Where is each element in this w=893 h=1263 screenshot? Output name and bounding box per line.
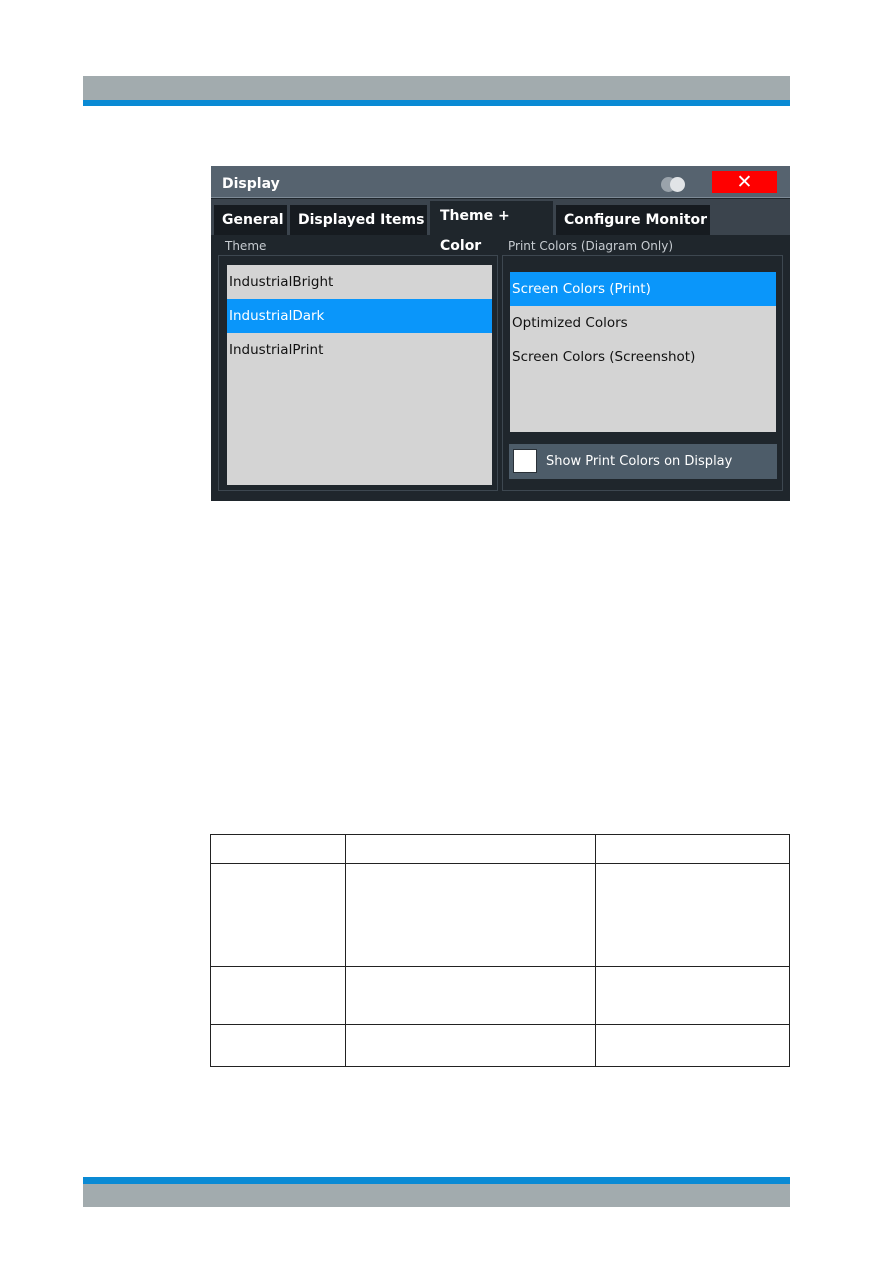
dialog-title: Display xyxy=(222,176,280,192)
table-cell xyxy=(595,1024,790,1067)
tab-theme-color[interactable]: Theme + Color xyxy=(430,201,554,254)
table-cell xyxy=(344,863,597,967)
print-item-optimized-colors[interactable]: Optimized Colors xyxy=(510,306,776,340)
print-colors-label: Print Colors (Diagram Only) xyxy=(508,239,673,253)
display-dialog: Display ✕ General Displayed Items Theme … xyxy=(211,166,790,501)
theme-item-industrial-print[interactable]: IndustrialPrint xyxy=(227,333,492,367)
page-footer-band xyxy=(83,1184,790,1207)
page-header-accent-line xyxy=(83,100,790,106)
table-cell xyxy=(595,863,790,967)
toggle-circle-front xyxy=(670,177,685,192)
theme-item-industrial-bright[interactable]: IndustrialBright xyxy=(227,265,492,299)
theme-label: Theme xyxy=(225,239,267,253)
table-cell xyxy=(344,834,597,864)
dialog-titlebar: Display ✕ xyxy=(211,166,790,198)
tab-configure-monitor[interactable]: Configure Monitor xyxy=(556,205,711,235)
table-row xyxy=(210,1024,790,1067)
tab-displayed-items[interactable]: Displayed Items xyxy=(290,205,428,235)
print-item-screen-colors-print[interactable]: Screen Colors (Print) xyxy=(510,272,776,306)
close-icon: ✕ xyxy=(736,171,753,193)
tab-general[interactable]: General xyxy=(214,205,288,235)
close-button[interactable]: ✕ xyxy=(712,171,777,193)
table-cell xyxy=(595,966,790,1025)
show-print-colors-checkbox-row[interactable]: Show Print Colors on Display xyxy=(509,444,777,479)
table-cell xyxy=(344,1024,597,1067)
page-header-band xyxy=(83,76,790,100)
table-cell xyxy=(210,1024,346,1067)
table-cell xyxy=(210,863,346,967)
table-row xyxy=(210,863,790,967)
page-footer-accent-line xyxy=(83,1177,790,1184)
tab-bar: General Displayed Items Theme + Color Co… xyxy=(211,199,790,254)
document-table xyxy=(210,834,790,1067)
table-cell xyxy=(344,966,597,1025)
show-print-colors-label: Show Print Colors on Display xyxy=(546,454,733,469)
table-row xyxy=(210,834,790,864)
display-toggle-icon[interactable] xyxy=(659,176,689,193)
print-colors-list: Screen Colors (Print) Optimized Colors S… xyxy=(510,272,776,432)
theme-item-industrial-dark[interactable]: IndustrialDark xyxy=(227,299,492,333)
theme-list: IndustrialBright IndustrialDark Industri… xyxy=(227,265,492,485)
table-row xyxy=(210,966,790,1025)
table-cell xyxy=(210,834,346,864)
show-print-colors-checkbox[interactable] xyxy=(513,449,537,473)
print-item-screen-colors-screenshot[interactable]: Screen Colors (Screenshot) xyxy=(510,340,776,374)
table-cell xyxy=(210,966,346,1025)
table-cell xyxy=(595,834,790,864)
